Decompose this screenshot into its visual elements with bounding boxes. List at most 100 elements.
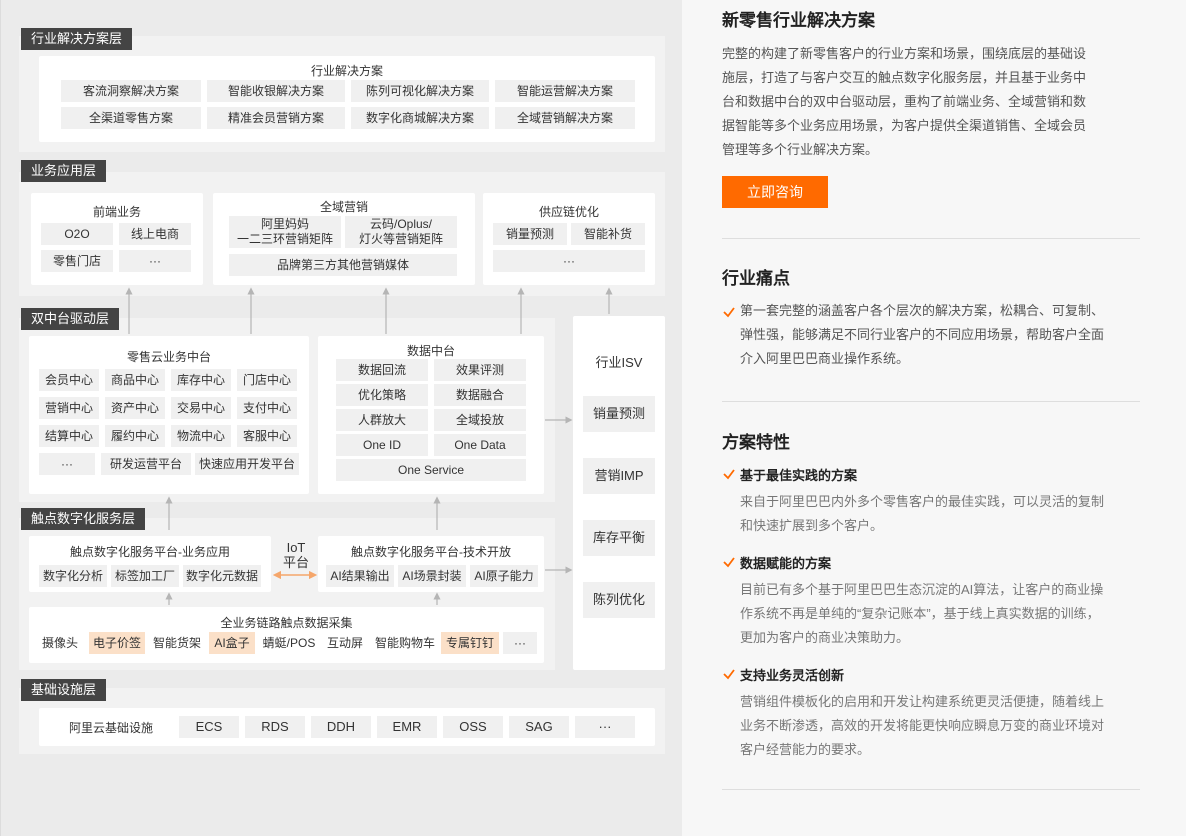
industry-solution-chip: 客流洞察解决方案	[61, 80, 201, 102]
check-icon	[723, 469, 735, 480]
data-mid-chip: 全域投放	[434, 409, 526, 431]
isv-chip: 库存平衡	[583, 520, 655, 556]
data-mid-chip: 数据回流	[336, 359, 428, 381]
industry-solution-chip: 数字化商城解决方案	[351, 107, 489, 129]
collection-chip: 智能购物车	[371, 632, 439, 654]
touch-business-title: 触点数字化服务平台-业务应用	[70, 545, 230, 559]
feature-text: 目前已有多个基于阿里巴巴生态沉淀的AI算法，让客户的商业操 作系统不再是单纯的“…	[740, 578, 1160, 650]
feature-line: 作系统不再是单纯的“复杂记账本”，基于线上真实数据的训练，	[740, 606, 1100, 621]
marketing-chip: 品牌第三方其他营销媒体	[229, 254, 457, 276]
frontend-business-card: 前端业务 O2O 线上电商 零售门店 ···	[31, 193, 203, 285]
divider	[722, 238, 1140, 239]
feature-title: 支持业务灵活创新	[740, 668, 845, 683]
infrastructure-card: 阿里云基础设施 ECS RDS DDH EMR OSS SAG ···	[39, 708, 655, 746]
layer-tag-touch: 触点数字化服务层	[21, 508, 146, 530]
isv-chip: 销量预测	[583, 396, 655, 432]
touch-tech-title: 触点数字化服务平台-技术开放	[351, 545, 511, 559]
industry-solution-chip: 智能运营解决方案	[495, 80, 635, 102]
description-line: 完整的构建了新零售客户的行业方案和场景，围绕底层的基础设	[722, 46, 1087, 61]
solution-title: 新零售行业解决方案	[722, 11, 875, 30]
marketing-title: 全域营销	[319, 200, 368, 214]
marketing-card: 全域营销 阿里妈妈 一二三环营销矩阵 云码/Oplus/ 灯火等营销矩阵 品牌第…	[213, 193, 475, 285]
architecture-diagram: 行业解决方案层 业务应用层 双中台驱动层 触点数字化服务层 基础设施层 行业解决…	[0, 0, 682, 836]
description-line: 台和数据中台的双中台驱动层，重构了前端业务、全域营销和数	[722, 94, 1087, 109]
retail-center-chip: 会员中心	[39, 369, 99, 391]
data-collection-card: 全业务链路触点数据采集 摄像头 电子价签 智能货架 AI盒子 蜻蜓/POS 互动…	[29, 607, 544, 663]
collection-chip: 智能货架	[149, 632, 205, 654]
feature-line: 客户经营能力的要求。	[740, 742, 871, 757]
marketing-chip: 阿里妈妈 一二三环营销矩阵	[229, 216, 341, 248]
collection-chip-highlight: AI盒子	[209, 632, 255, 654]
data-collection-title: 全业务链路触点数据采集	[220, 616, 353, 630]
retail-center-chip: 门店中心	[237, 369, 297, 391]
infra-chip: ···	[575, 716, 635, 738]
retail-center-chip: 资产中心	[105, 397, 165, 419]
touch-tech-chip: AI场景封装	[398, 565, 466, 587]
pain-points-text: 第一套完整的涵盖客户各个层次的解决方案，松耦合、可复制、 弹性强，能够满足不同行…	[740, 299, 1160, 371]
collection-chip: 摄像头	[35, 632, 85, 654]
supply-chain-title: 供应链优化	[538, 205, 599, 219]
retail-center-chip: 结算中心	[39, 425, 99, 447]
pain-line: 介入阿里巴巴商业操作系统。	[740, 351, 910, 366]
marketing-chip: 云码/Oplus/ 灯火等营销矩阵	[345, 216, 457, 248]
feature-line: 来自于阿里巴巴内外多个零售客户的最佳实践，可以灵活的复制	[740, 494, 1105, 509]
description-line: 据智能等多个业务应用场景，为客户提供全渠道销售、全域会员	[722, 118, 1087, 133]
supply-chip: 智能补货	[571, 223, 645, 245]
check-icon	[723, 307, 735, 318]
description-line: 施层，打造了与客户交互的触点数字化服务层，并且基于业务中	[722, 70, 1087, 85]
feature-text: 来自于阿里巴巴内外多个零售客户的最佳实践，可以灵活的复制 和快速扩展到多个客户。	[740, 490, 1160, 538]
retail-mid-platform-card: 零售云业务中台 会员中心 商品中心 库存中心 门店中心 营销中心 资产中心 交易…	[29, 336, 309, 494]
industry-solution-chip: 全渠道零售方案	[61, 107, 201, 129]
industry-solution-chip: 全域营销解决方案	[495, 107, 635, 129]
frontend-chip: ···	[119, 250, 191, 272]
layer-tag-infra: 基础设施层	[21, 679, 107, 701]
infra-chip: DDH	[311, 716, 371, 738]
industry-solutions-title: 行业解决方案	[310, 64, 383, 78]
collection-chip: 蜻蜓/POS	[259, 632, 319, 654]
collection-chip: ···	[503, 632, 537, 654]
retail-center-chip: 库存中心	[171, 369, 231, 391]
retail-center-chip: 交易中心	[171, 397, 231, 419]
touch-tech-chip: AI结果输出	[326, 565, 394, 587]
divider	[722, 789, 1140, 790]
collection-chip-highlight: 电子价签	[89, 632, 145, 654]
industry-solution-chip: 智能收银解决方案	[207, 80, 345, 102]
touch-business-chip: 数字化分析	[39, 565, 107, 587]
feature-line: 和快速扩展到多个客户。	[740, 518, 884, 533]
industry-solutions-card: 行业解决方案 客流洞察解决方案 智能收银解决方案 陈列可视化解决方案 智能运营解…	[39, 56, 655, 142]
data-mid-chip: One Data	[434, 434, 526, 456]
pain-points-title: 行业痛点	[722, 269, 790, 288]
retail-center-chip: 支付中心	[237, 397, 297, 419]
isv-chip: 陈列优化	[583, 582, 655, 618]
frontend-chip: 零售门店	[41, 250, 113, 272]
infrastructure-title: 阿里云基础设施	[69, 721, 154, 735]
retail-center-chip: 客服中心	[237, 425, 297, 447]
feature-text: 营销组件模板化的启用和开发让构建系统更灵活便捷，随着线上 业务不断渗透，高效的开…	[740, 690, 1160, 762]
feature-line: 目前已有多个基于阿里巴巴生态沉淀的AI算法，让客户的商业操	[740, 582, 1104, 597]
data-mid-chip: 人群放大	[336, 409, 428, 431]
retail-center-chip: 商品中心	[105, 369, 165, 391]
collection-chip-highlight: 专属钉钉	[441, 632, 499, 654]
industry-isv-title: 行业ISV	[595, 355, 643, 370]
retail-center-chip: 营销中心	[39, 397, 99, 419]
layer-tag-dual: 双中台驱动层	[21, 308, 120, 330]
infra-chip: ECS	[179, 716, 239, 738]
frontend-business-title: 前端业务	[92, 205, 141, 219]
retail-center-chip: 研发运营平台	[101, 453, 191, 475]
retail-center-chip: 快速应用开发平台	[195, 453, 299, 475]
infra-chip: RDS	[245, 716, 305, 738]
feature-line: 更加为客户的商业决策助力。	[740, 630, 910, 645]
feature-line: 营销组件模板化的启用和开发让构建系统更灵活便捷，随着线上	[740, 694, 1105, 709]
consult-now-button[interactable]: 立即咨询	[722, 176, 828, 208]
data-mid-platform-title: 数据中台	[406, 344, 455, 358]
pain-line: 第一套完整的涵盖客户各个层次的解决方案，松耦合、可复制、	[740, 303, 1105, 318]
infra-chip: OSS	[443, 716, 503, 738]
frontend-chip: 线上电商	[119, 223, 191, 245]
solution-description: 完整的构建了新零售客户的行业方案和场景，围绕底层的基础设 施层，打造了与客户交互…	[722, 42, 1152, 162]
industry-isv-card: 行业ISV 销量预测 营销IMP 库存平衡 陈列优化	[573, 316, 665, 670]
touch-tech-card: 触点数字化服务平台-技术开放 AI结果输出 AI场景封装 AI原子能力	[318, 536, 544, 592]
supply-chip: ···	[493, 250, 645, 272]
collection-chip: 互动屏	[321, 632, 369, 654]
check-icon	[723, 557, 735, 568]
isv-chip: 营销IMP	[583, 458, 655, 494]
